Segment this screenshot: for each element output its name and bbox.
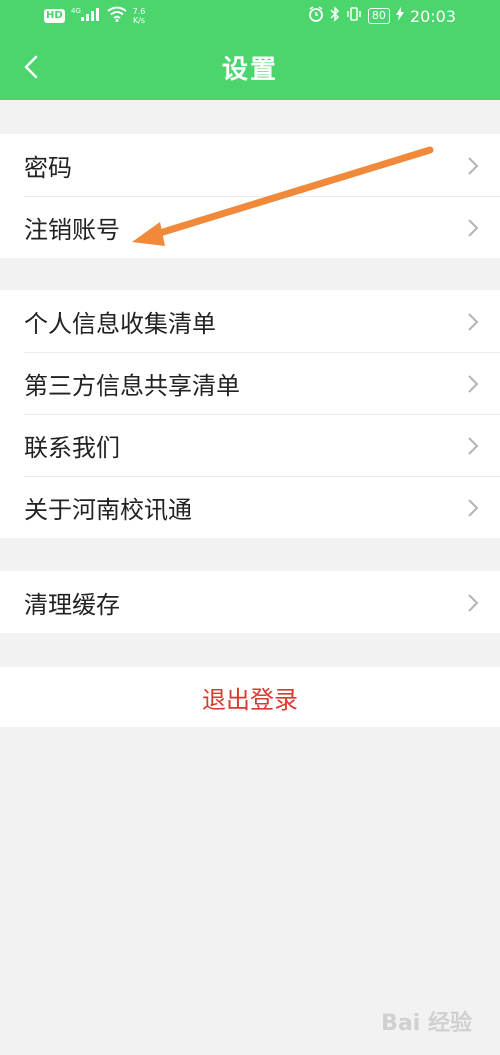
- network-speed: 7.6 K/s: [133, 7, 146, 25]
- vibrate-icon: [346, 6, 362, 26]
- nav-bar: 设置: [0, 34, 500, 100]
- status-time: 20:03: [409, 6, 456, 26]
- status-bar: HD 4G 7.6 K/s 80 20:03: [0, 0, 500, 34]
- chevron-right-icon: [468, 594, 479, 612]
- hd-badge: HD: [44, 9, 65, 23]
- watermark: Bai 经验: [381, 1011, 472, 1036]
- menu-item-about[interactable]: 关于河南校讯通: [0, 476, 500, 538]
- menu-item-label: 联系我们: [24, 433, 120, 462]
- network-speed-unit: K/s: [132, 16, 146, 25]
- app-header: HD 4G 7.6 K/s 80 20:03 设置: [0, 0, 500, 100]
- menu-item-label: 密码: [24, 153, 72, 182]
- status-left: HD 4G 7.6 K/s: [44, 6, 145, 26]
- charging-icon: [395, 7, 404, 25]
- chevron-right-icon: [468, 219, 479, 237]
- network-speed-value: 7.6: [132, 7, 146, 16]
- menu-item-contact-us[interactable]: 联系我们: [0, 414, 500, 476]
- chevron-right-icon: [468, 499, 479, 517]
- logout-button[interactable]: 退出登录: [0, 667, 500, 727]
- chevron-right-icon: [468, 437, 479, 455]
- group-cache: 清理缓存: [0, 571, 500, 633]
- menu-item-label: 清理缓存: [24, 590, 120, 619]
- menu-item-third-party-sharing-list[interactable]: 第三方信息共享清单: [0, 352, 500, 414]
- menu-item-password[interactable]: 密码: [0, 134, 500, 196]
- menu-item-label: 第三方信息共享清单: [24, 371, 240, 400]
- menu-item-label: 注销账号: [24, 215, 120, 244]
- group-info: 个人信息收集清单 第三方信息共享清单 联系我们 关于河南校讯通: [0, 290, 500, 538]
- signal-icon: 4G: [71, 6, 101, 26]
- chevron-right-icon: [468, 375, 479, 393]
- chevron-left-icon[interactable]: [18, 52, 46, 82]
- chevron-right-icon: [468, 157, 479, 175]
- chevron-right-icon: [468, 313, 479, 331]
- wifi-icon: [107, 6, 127, 26]
- battery-indicator: 80: [367, 8, 390, 24]
- page-title: 设置: [221, 54, 278, 85]
- status-right: 80 20:03: [308, 6, 456, 26]
- network-type-label: 4G: [71, 7, 81, 15]
- menu-item-deactivate-account[interactable]: 注销账号: [0, 196, 500, 258]
- bluetooth-icon: [330, 6, 340, 26]
- menu-item-clear-cache[interactable]: 清理缓存: [0, 571, 500, 633]
- alarm-icon: [308, 6, 324, 26]
- menu-item-label: 关于河南校讯通: [24, 495, 192, 524]
- menu-item-personal-info-list[interactable]: 个人信息收集清单: [0, 290, 500, 352]
- menu-item-label: 个人信息收集清单: [24, 309, 216, 338]
- group-account: 密码 注销账号: [0, 134, 500, 258]
